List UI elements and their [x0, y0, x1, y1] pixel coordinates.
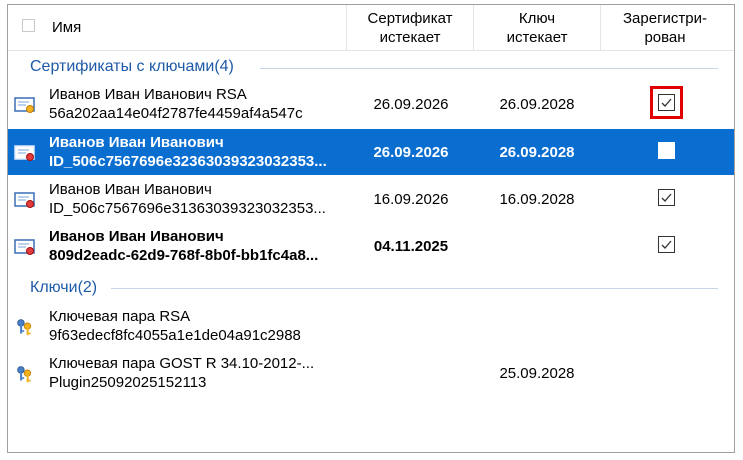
key-expires-value: [474, 223, 600, 269]
row-name-line2: Plugin25092025152113: [49, 374, 207, 391]
cert-expires-value: [348, 303, 474, 349]
key-expires-value: 16.09.2028: [499, 190, 575, 208]
row-name-line2: 809d2eadc-62d9-768f-8b0f-bb1fc4a8...: [49, 247, 319, 264]
checkmark-icon: [661, 193, 672, 202]
cert-expires-value: 04.11.2025: [373, 237, 449, 255]
registered-checkbox[interactable]: [658, 142, 675, 159]
list-item[interactable]: Иванов Иван Иванович ID_506c7567696e31363…: [8, 176, 734, 222]
key-expires-value: 26.09.2028: [499, 95, 575, 113]
highlight-annotation: [650, 86, 683, 119]
list-item[interactable]: Иванов Иван Иванович RSA 56a202aa14e04f27…: [8, 81, 734, 127]
cert-expires-value: 26.09.2026: [373, 143, 449, 161]
header-cert-expires-label-1: Сертификат: [367, 9, 453, 27]
group-divider: [111, 288, 718, 289]
cert-expires-value: 16.09.2026: [373, 190, 449, 208]
list-item[interactable]: Иванов Иван Иванович 809d2eadc-62d9-768f-…: [8, 223, 734, 269]
row-name-line2: ID_506c7567696e32363039323032353...: [49, 153, 327, 170]
row-name-line2: 56a202aa14e04f2787fe4459af4a547c: [49, 105, 303, 122]
header-key-expires-label-2: истекает: [506, 28, 568, 46]
list-item[interactable]: Ключевая пара RSA 9f63edecf8fc4055a1e1de0…: [8, 303, 734, 349]
row-name: Иванов Иван Иванович ID_506c7567696e31363…: [49, 180, 349, 218]
group-title-certificates: Сертификаты с ключами(4): [30, 58, 234, 75]
registered-checkbox[interactable]: [658, 189, 675, 206]
group-title-keys: Ключи(2): [30, 279, 98, 296]
cert-expires-value: [348, 350, 474, 396]
header-registered[interactable]: Зарегистри-рован: [601, 5, 729, 50]
header-name[interactable]: Имя: [52, 5, 81, 50]
certificate-list: Имя Сертификат истекает Ключ истекает Заре…: [7, 4, 735, 453]
key-expires-value: 25.09.2028: [499, 364, 575, 382]
header-key-expires-label-1: Ключ: [518, 9, 556, 27]
certificate-icon: [14, 192, 35, 208]
row-name-line2: 9f63edecf8fc4055a1e1de04a91c2988: [49, 327, 301, 344]
row-name: Иванов Иван Иванович ID_506c7567696e32363…: [49, 133, 349, 171]
key-expires-value: 26.09.2028: [499, 143, 575, 161]
key-expires-value: [474, 303, 600, 349]
header-key-expires[interactable]: Ключ истекает: [474, 5, 600, 50]
row-name-line1: Иванов Иван Иванович RSA: [49, 86, 247, 103]
certificate-icon: [14, 145, 35, 161]
row-name-line1: Иванов Иван Иванович: [49, 181, 212, 198]
registered-checkbox[interactable]: [658, 236, 675, 253]
header-name-label: Имя: [52, 19, 82, 36]
row-name: Иванов Иван Иванович RSA 56a202aa14e04f27…: [49, 85, 349, 123]
row-name: Иванов Иван Иванович 809d2eadc-62d9-768f-…: [49, 227, 349, 265]
header-cert-expires[interactable]: Сертификат истекает: [347, 5, 473, 50]
header-registered-label-2: рован: [644, 28, 686, 46]
certificate-icon: [14, 97, 35, 113]
row-name: Ключевая пара RSA 9f63edecf8fc4055a1e1de0…: [49, 307, 349, 345]
column-header: Имя Сертификат истекает Ключ истекает Заре…: [8, 5, 734, 51]
header-cert-expires-label-2: истекает: [379, 28, 441, 46]
row-name: Ключевая пара GOST R 34.10-2012-... Plugi…: [49, 354, 349, 392]
group-divider: [260, 68, 718, 69]
row-name-line1: Иванов Иван Иванович: [49, 134, 224, 151]
checkmark-icon: [661, 240, 672, 249]
row-name-line1: Иванов Иван Иванович: [49, 228, 224, 245]
row-name-line2: ID_506c7567696e31363039323032353...: [49, 200, 326, 217]
row-name-line1: Ключевая пара GOST R 34.10-2012-...: [49, 355, 315, 372]
cert-expires-value: 26.09.2026: [373, 95, 449, 113]
key-pair-icon: [17, 366, 32, 383]
key-pair-icon: [17, 319, 32, 336]
list-item[interactable]: Ключевая пара GOST R 34.10-2012-... Plugi…: [8, 350, 734, 396]
header-registered-label-1: Зарегистри-: [622, 9, 708, 27]
row-name-line1: Ключевая пара RSA: [49, 308, 191, 325]
select-all-checkbox[interactable]: [22, 19, 35, 32]
certificate-icon: [14, 239, 35, 255]
list-item-selected[interactable]: Иванов Иван Иванович ID_506c7567696e32363…: [8, 129, 734, 175]
